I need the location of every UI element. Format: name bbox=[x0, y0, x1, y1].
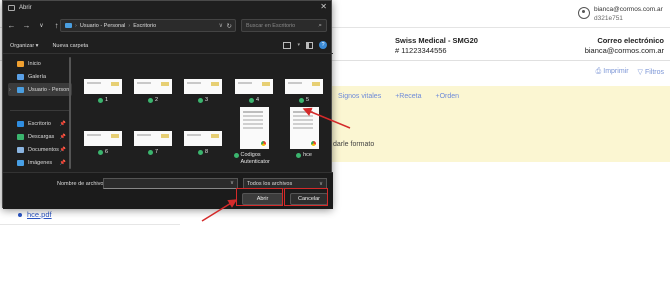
arrow-to-open bbox=[201, 199, 238, 222]
arrow-to-hce bbox=[302, 107, 351, 129]
annotation-arrows bbox=[201, 107, 351, 222]
